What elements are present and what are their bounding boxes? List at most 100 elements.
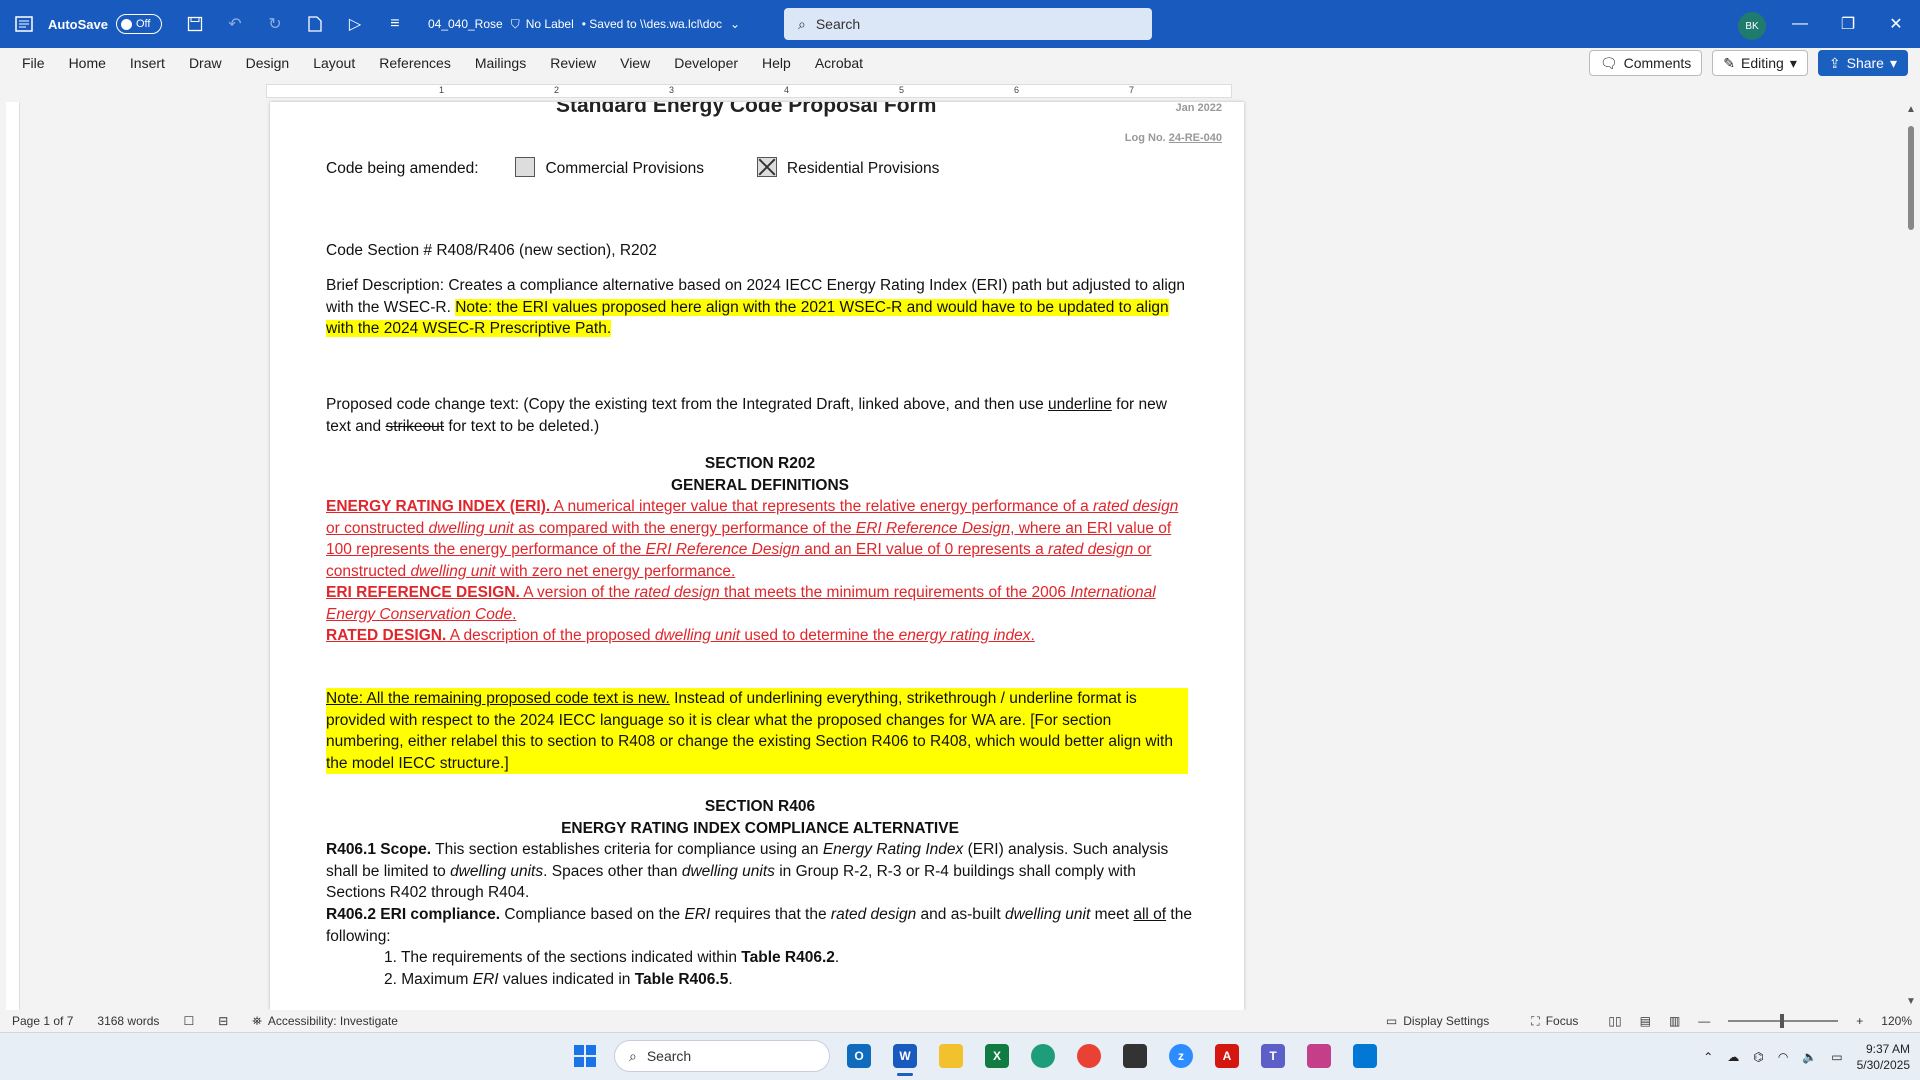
taskbar-apps: ⌕ Search O W X z A T (568, 1039, 1382, 1076)
document-name: 04_040_Rose (427, 17, 503, 31)
acrobat-icon[interactable]: A (1210, 1039, 1244, 1073)
focus-icon: ⛶ (1531, 1013, 1540, 1028)
zoom-app-icon[interactable]: z (1164, 1039, 1198, 1073)
new-document-icon[interactable] (304, 13, 326, 35)
residential-checkbox[interactable] (756, 156, 777, 177)
word-app-icon[interactable] (0, 0, 48, 48)
share-button[interactable]: ⇪ Share ▾ (1817, 50, 1908, 76)
tab-draw[interactable]: Draw (177, 48, 234, 78)
zoom-in-icon[interactable]: + (1856, 1014, 1863, 1028)
taskbar-search-label: Search (646, 1048, 692, 1064)
chevron-down-icon[interactable]: ⌄ (730, 17, 740, 31)
outlook-icon[interactable]: O (842, 1039, 876, 1073)
tab-references[interactable]: References (367, 48, 463, 78)
def3-e: . (1030, 627, 1035, 644)
document-info[interactable]: 04_040_Rose ⛉ No Label • Saved to \\des.… (428, 17, 740, 32)
comments-button[interactable]: 🗨 Comments (1588, 50, 1703, 76)
app-window-icon[interactable] (1348, 1039, 1382, 1073)
zoom-out-icon[interactable]: — (1698, 1014, 1710, 1028)
chrome-icon[interactable] (1072, 1039, 1106, 1073)
label-status-text: No Label (525, 17, 574, 31)
r4062-g: meet (1090, 906, 1134, 923)
customize-toolbar-icon[interactable]: ≡ (384, 13, 406, 35)
word-icon[interactable]: W (888, 1039, 922, 1076)
tab-insert[interactable]: Insert (118, 48, 177, 78)
draw-mode-icon[interactable]: ▷ (344, 13, 366, 35)
r4061-term: R406.1 Scope. (326, 841, 432, 858)
tab-review[interactable]: Review (538, 48, 608, 78)
tab-acrobat[interactable]: Acrobat (803, 48, 875, 78)
scroll-down-icon[interactable]: ▼ (1906, 996, 1916, 1007)
status-bar: Page 1 of 7 3168 words ☐ ⊟ ⛯ Accessibili… (0, 1010, 1920, 1032)
start-button[interactable] (568, 1039, 602, 1073)
log-label: Log No. (1124, 132, 1166, 144)
page-count[interactable]: Page 1 of 7 (0, 1014, 85, 1028)
list-item: 2. Maximum ERI values indicated in Table… (384, 969, 733, 991)
word-count[interactable]: 3168 words (85, 1014, 171, 1028)
file-explorer-icon[interactable] (934, 1039, 968, 1073)
tab-mailings[interactable]: Mailings (463, 48, 538, 78)
print-layout-icon[interactable]: ▤ (1640, 1014, 1651, 1028)
close-icon[interactable]: ✕ (1872, 0, 1920, 48)
tab-help[interactable]: Help (750, 48, 803, 78)
undo-icon[interactable]: ↶ (224, 13, 246, 35)
teams-icon[interactable]: T (1256, 1039, 1290, 1073)
r4061-f: dwelling units (681, 862, 775, 880)
def2-a: A version of the (519, 584, 635, 601)
commercial-checkbox[interactable] (515, 156, 536, 177)
zoom-slider-thumb[interactable] (1780, 1014, 1785, 1028)
battery-icon[interactable]: ▭ (1831, 1050, 1842, 1064)
read-mode-icon[interactable]: ▯▯ (1608, 1014, 1621, 1028)
vertical-ruler[interactable] (6, 102, 20, 1010)
display-settings-button[interactable]: ▭ Display Settings (1374, 1014, 1501, 1028)
tab-design[interactable]: Design (234, 48, 302, 78)
ruler-number: 2 (554, 85, 560, 95)
proofing-icon[interactable]: ☐ (171, 1014, 206, 1028)
editing-mode-button[interactable]: ✎ Editing ▾ (1712, 50, 1808, 76)
scroll-up-icon[interactable]: ▲ (1906, 104, 1916, 115)
scrollbar-thumb[interactable] (1908, 126, 1914, 230)
proposed-strike: strikeout (385, 417, 445, 435)
restore-icon[interactable]: ❐ (1824, 0, 1872, 48)
search-box[interactable]: ⌕ Search (784, 8, 1152, 40)
avatar[interactable]: BK (1738, 12, 1766, 40)
web-layout-icon[interactable]: ▥ (1669, 1014, 1680, 1028)
taskbar-search[interactable]: ⌕ Search (614, 1040, 830, 1072)
zoom-level[interactable]: 120% (1881, 1014, 1912, 1028)
save-icon[interactable] (184, 13, 206, 35)
zoom-slider[interactable] (1728, 1014, 1839, 1028)
list1-c: . (834, 949, 840, 966)
focus-button[interactable]: ⛶ Focus (1519, 1014, 1590, 1029)
editing-label: Editing (1741, 55, 1784, 71)
snipping-tool-icon[interactable] (1302, 1039, 1336, 1073)
onedrive-icon[interactable]: ☁ (1727, 1050, 1739, 1064)
terminal-icon[interactable] (1118, 1039, 1152, 1073)
volume-icon[interactable]: 🔈 (1802, 1050, 1817, 1064)
tab-home[interactable]: Home (57, 48, 118, 78)
r4062-d: rated design (830, 906, 917, 923)
redo-icon[interactable]: ↻ (264, 13, 286, 35)
tab-layout[interactable]: Layout (301, 48, 367, 78)
excel-icon[interactable]: X (980, 1039, 1014, 1073)
track-changes-icon[interactable]: ⊟ (206, 1014, 240, 1028)
edge-icon[interactable] (1026, 1039, 1060, 1073)
autosave-toggle[interactable]: Off (115, 14, 162, 34)
chevron-up-icon[interactable]: ⌃ (1703, 1050, 1713, 1064)
tab-view[interactable]: View (608, 48, 662, 78)
proposed-text-1: Proposed code change text: (Copy the exi… (326, 396, 1049, 413)
clock[interactable]: 9:37 AM 5/30/2025 (1857, 1041, 1910, 1073)
minimize-icon[interactable]: — (1776, 0, 1824, 48)
code-amended-label: Code being amended: (326, 160, 479, 177)
vertical-scrollbar[interactable]: ▲ ▼ (1904, 102, 1918, 1010)
network-icon[interactable]: ⌬ (1753, 1050, 1763, 1064)
tab-file[interactable]: File (0, 48, 57, 78)
monitor-icon: ▭ (1385, 1014, 1398, 1028)
sensitivity-label[interactable]: ⛉ No Label (511, 17, 574, 32)
section1-title: SECTION R202 (704, 455, 816, 472)
accessibility-status[interactable]: ⛯ Accessibility: Investigate (240, 1014, 410, 1029)
tab-developer[interactable]: Developer (662, 48, 750, 78)
wifi-icon[interactable]: ◠ (1778, 1050, 1788, 1064)
ruler-number: 1 (439, 85, 445, 95)
horizontal-ruler[interactable]: 1 2 3 4 5 6 7 (266, 84, 1232, 98)
document-page[interactable]: Standard Energy Code Proposal Form Jan 2… (270, 102, 1244, 1010)
